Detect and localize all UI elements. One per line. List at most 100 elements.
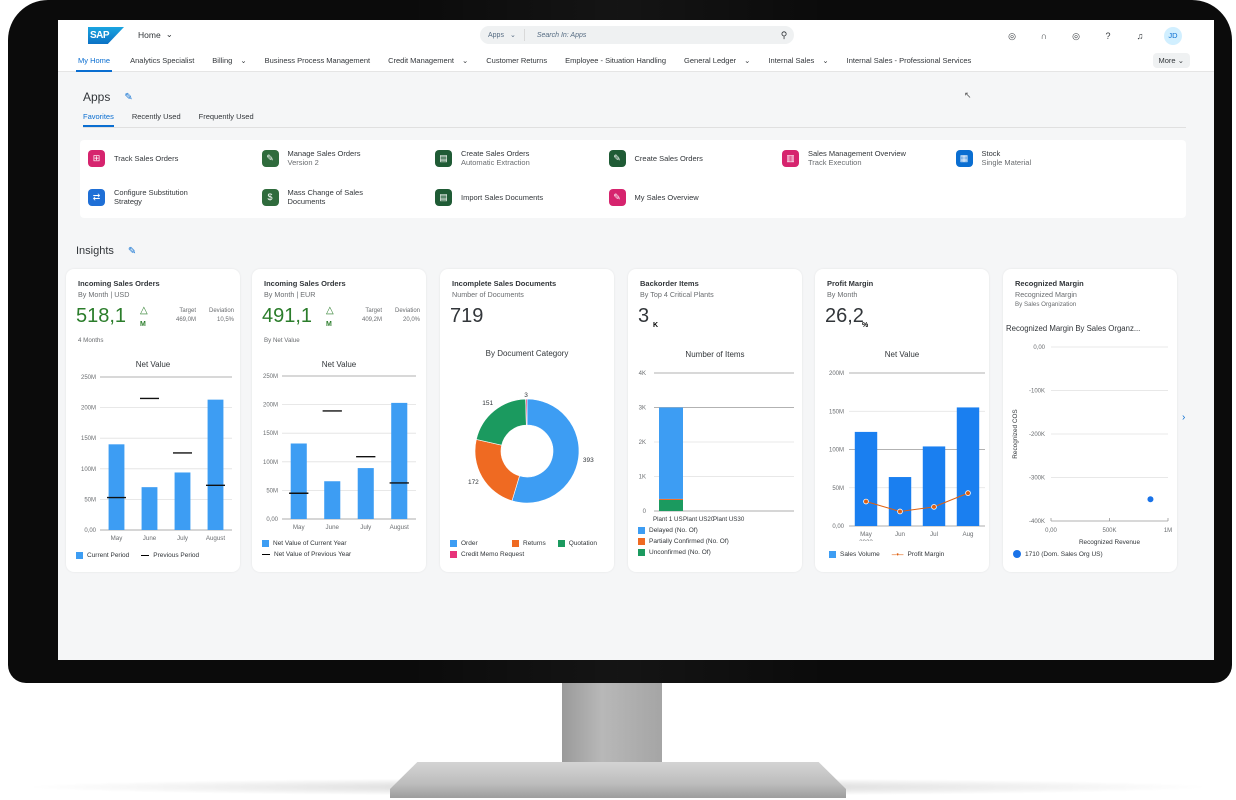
insight-card-backorder-items[interactable]: Backorder Items By Top 4 Critical Plants… (628, 269, 802, 572)
chevron-down-icon[interactable]: ⌄ (462, 56, 468, 67)
slice-value-label: 172 (468, 479, 479, 486)
support-headset-icon[interactable]: ∩ (1038, 31, 1050, 41)
stacked-bar-segment (659, 499, 683, 511)
app-tile[interactable]: $ Mass Change of Sales Documents (261, 183, 427, 211)
nav-more-button[interactable]: More ⌄ (1152, 53, 1190, 68)
sap-fiori-launchpad: SAP Home ⌄ Apps ⌄ Search In: Apps ⚲ ◎ ∩ … (58, 20, 1214, 660)
app-tile[interactable]: ✎ My Sales Overview (608, 183, 774, 211)
app-tile[interactable]: ▤ Create Sales Orders Automatic Extraction (435, 144, 600, 172)
nav-tab-analytics-specialist[interactable]: Analytics Specialist (130, 54, 194, 72)
tab-favorites[interactable]: Favorites (83, 112, 114, 127)
nav-tab-my-home[interactable]: My Home (76, 54, 113, 72)
card-subtitle: Recognized Margin (1015, 290, 1077, 299)
deviation-block: Deviation 10,5% (200, 307, 234, 325)
app-tile[interactable]: ⊞ Track Sales Orders (88, 144, 253, 172)
insights-title: Insights (76, 245, 114, 257)
card-title: Incomplete Sales Documents (452, 279, 557, 288)
profit-margin-combo-chart: 0,00 50M 100M 150M 200M May2022 Jun Jul Aug (829, 371, 985, 541)
nav-tab-internal-sales-professional-services[interactable]: Internal Sales - Professional Services (847, 54, 972, 72)
insight-card-profit-margin[interactable]: Profit Margin By Month 26,2 % Net Value … (815, 269, 989, 572)
app-tile[interactable]: ▦ Stock Single Material (955, 144, 1121, 172)
apps-tabs: Favorites Recently Used Frequently Used (83, 112, 1186, 128)
chart-title: By Document Category (485, 349, 569, 358)
app-tile-text: My Sales Overview (635, 193, 699, 202)
nav-tab-general-ledger[interactable]: General Ledger ⌄ (684, 54, 750, 72)
app-title: Stock (981, 149, 1001, 158)
favorite-apps-panel: ⊞ Track Sales Orders ✎ Manage Sales Orders V… (80, 140, 1186, 218)
app-tile[interactable]: ⇄ Configure Substitution Strategy (88, 183, 253, 211)
app-title: Create Sales Orders (634, 153, 703, 163)
x-tick-label: May (860, 531, 873, 538)
nav-tab-billing[interactable]: Billing ⌄ (212, 54, 246, 72)
kpi-footer: By Net Value (264, 337, 300, 344)
stacked-bar-segment (659, 407, 683, 499)
app-tile-text: Create Sales Orders (635, 154, 703, 163)
chevron-down-icon: ⌄ (1177, 56, 1184, 65)
card-title: Backorder Items (640, 279, 699, 288)
profit-margin-line (865, 492, 969, 512)
kpi-value: 491,1 (262, 305, 313, 327)
insight-card-incoming-sales-usd[interactable]: Incoming Sales Orders By Month | USD 518… (66, 269, 240, 572)
help-icon[interactable]: ? (1102, 31, 1114, 41)
insight-card-incomplete-documents[interactable]: Incomplete Sales Documents Number of Doc… (440, 269, 614, 572)
carousel-next-chevron-icon[interactable]: › (1182, 412, 1185, 423)
copilot-icon[interactable]: ◎ (1070, 31, 1082, 42)
insight-card-recognized-margin[interactable]: Recognized Margin Recognized Margin By S… (1003, 269, 1177, 572)
bar (956, 407, 980, 526)
app-title: Create Sales Orders (461, 149, 530, 158)
search-field[interactable]: Apps ⌄ Search In: Apps ⚲ (480, 26, 794, 44)
nav-tab-employee-situation-handling[interactable]: Employee - Situation Handling (565, 54, 666, 72)
nav-tab-credit-management[interactable]: Credit Management ⌄ (388, 54, 468, 72)
y-tick-label: 0,00 (1033, 345, 1045, 351)
insight-card-incoming-sales-eur[interactable]: Incoming Sales Orders By Month | EUR 491… (252, 269, 426, 572)
search-scope-select[interactable]: Apps ⌄ (480, 29, 525, 41)
y-tick-label: 0,00 (266, 517, 278, 523)
legend-item-unconfirmed: Unconfirmed (No. Of) (638, 549, 711, 556)
app-tile[interactable]: ✎ Manage Sales Orders Version 2 (261, 144, 427, 172)
home-menu-button[interactable]: Home ⌄ (138, 29, 173, 40)
nav-tab-business-process-management[interactable]: Business Process Management (265, 54, 370, 72)
chevron-down-icon[interactable]: ⌄ (744, 56, 750, 67)
tab-recently-used[interactable]: Recently Used (132, 112, 181, 127)
target-block: Target 409,2M (350, 307, 382, 325)
x-tick-label: June (143, 535, 157, 542)
chevron-down-icon[interactable]: ⌄ (240, 56, 246, 67)
apps-section-header: Apps ✎ (83, 90, 133, 104)
x-axis-title: Recognized Revenue (1079, 539, 1141, 546)
target-value: 409,2M (361, 317, 382, 323)
edit-pencil-icon[interactable]: ✎ (124, 92, 132, 103)
legend-item-delayed: Delayed (No. Of) (638, 527, 698, 534)
app-tile[interactable]: ✎ Create Sales Orders (608, 144, 774, 172)
monitor-stand-base (390, 762, 846, 798)
y-tick-label: -400K (1029, 519, 1045, 525)
notifications-bell-icon[interactable]: ♫ (1134, 31, 1146, 41)
y-tick-label: 0,00 (84, 528, 96, 534)
chevron-down-icon[interactable]: ⌄ (822, 56, 828, 67)
x-tick-label: July (177, 535, 189, 542)
sap-logo[interactable]: SAP (88, 27, 124, 44)
edit-pencil-icon[interactable]: ✎ (128, 246, 136, 257)
y-tick-label: 250M (81, 375, 96, 381)
nav-tab-label: Employee - Situation Handling (565, 56, 667, 65)
app-tile-text: Mass Change of Sales Documents (288, 188, 378, 206)
nav-tab-internal-sales[interactable]: Internal Sales ⌄ (768, 54, 828, 72)
profit-margin-point (965, 490, 971, 496)
search-input[interactable]: Search In: Apps (525, 32, 774, 39)
joule-icon[interactable]: ◎ (1006, 31, 1018, 42)
nav-tab-customer-returns[interactable]: Customer Returns (486, 54, 547, 72)
app-subtitle: Version 2 (287, 158, 319, 167)
search-icon[interactable]: ⚲ (774, 30, 794, 41)
app-tile[interactable]: ▥ Sales Management Overview Track Executio… (782, 144, 947, 172)
deviation-block: Deviation 20,0% (386, 307, 420, 325)
user-avatar[interactable]: JD (1164, 27, 1182, 45)
bar (854, 431, 878, 526)
app-title: Track Sales Orders (114, 153, 179, 163)
substitution-icon: ⇄ (88, 188, 105, 206)
nav-tab-label: Credit Management (388, 56, 454, 65)
chart-title: Net Value (135, 360, 171, 369)
legend-item-profit-margin: –•– Profit Margin (891, 550, 945, 559)
app-tile[interactable]: ▤ Import Sales Documents (435, 183, 600, 211)
tab-frequently-used[interactable]: Frequently Used (199, 112, 254, 127)
kpi-unit: % (862, 322, 869, 329)
app-title: Configure Substitution Strategy (114, 188, 188, 206)
